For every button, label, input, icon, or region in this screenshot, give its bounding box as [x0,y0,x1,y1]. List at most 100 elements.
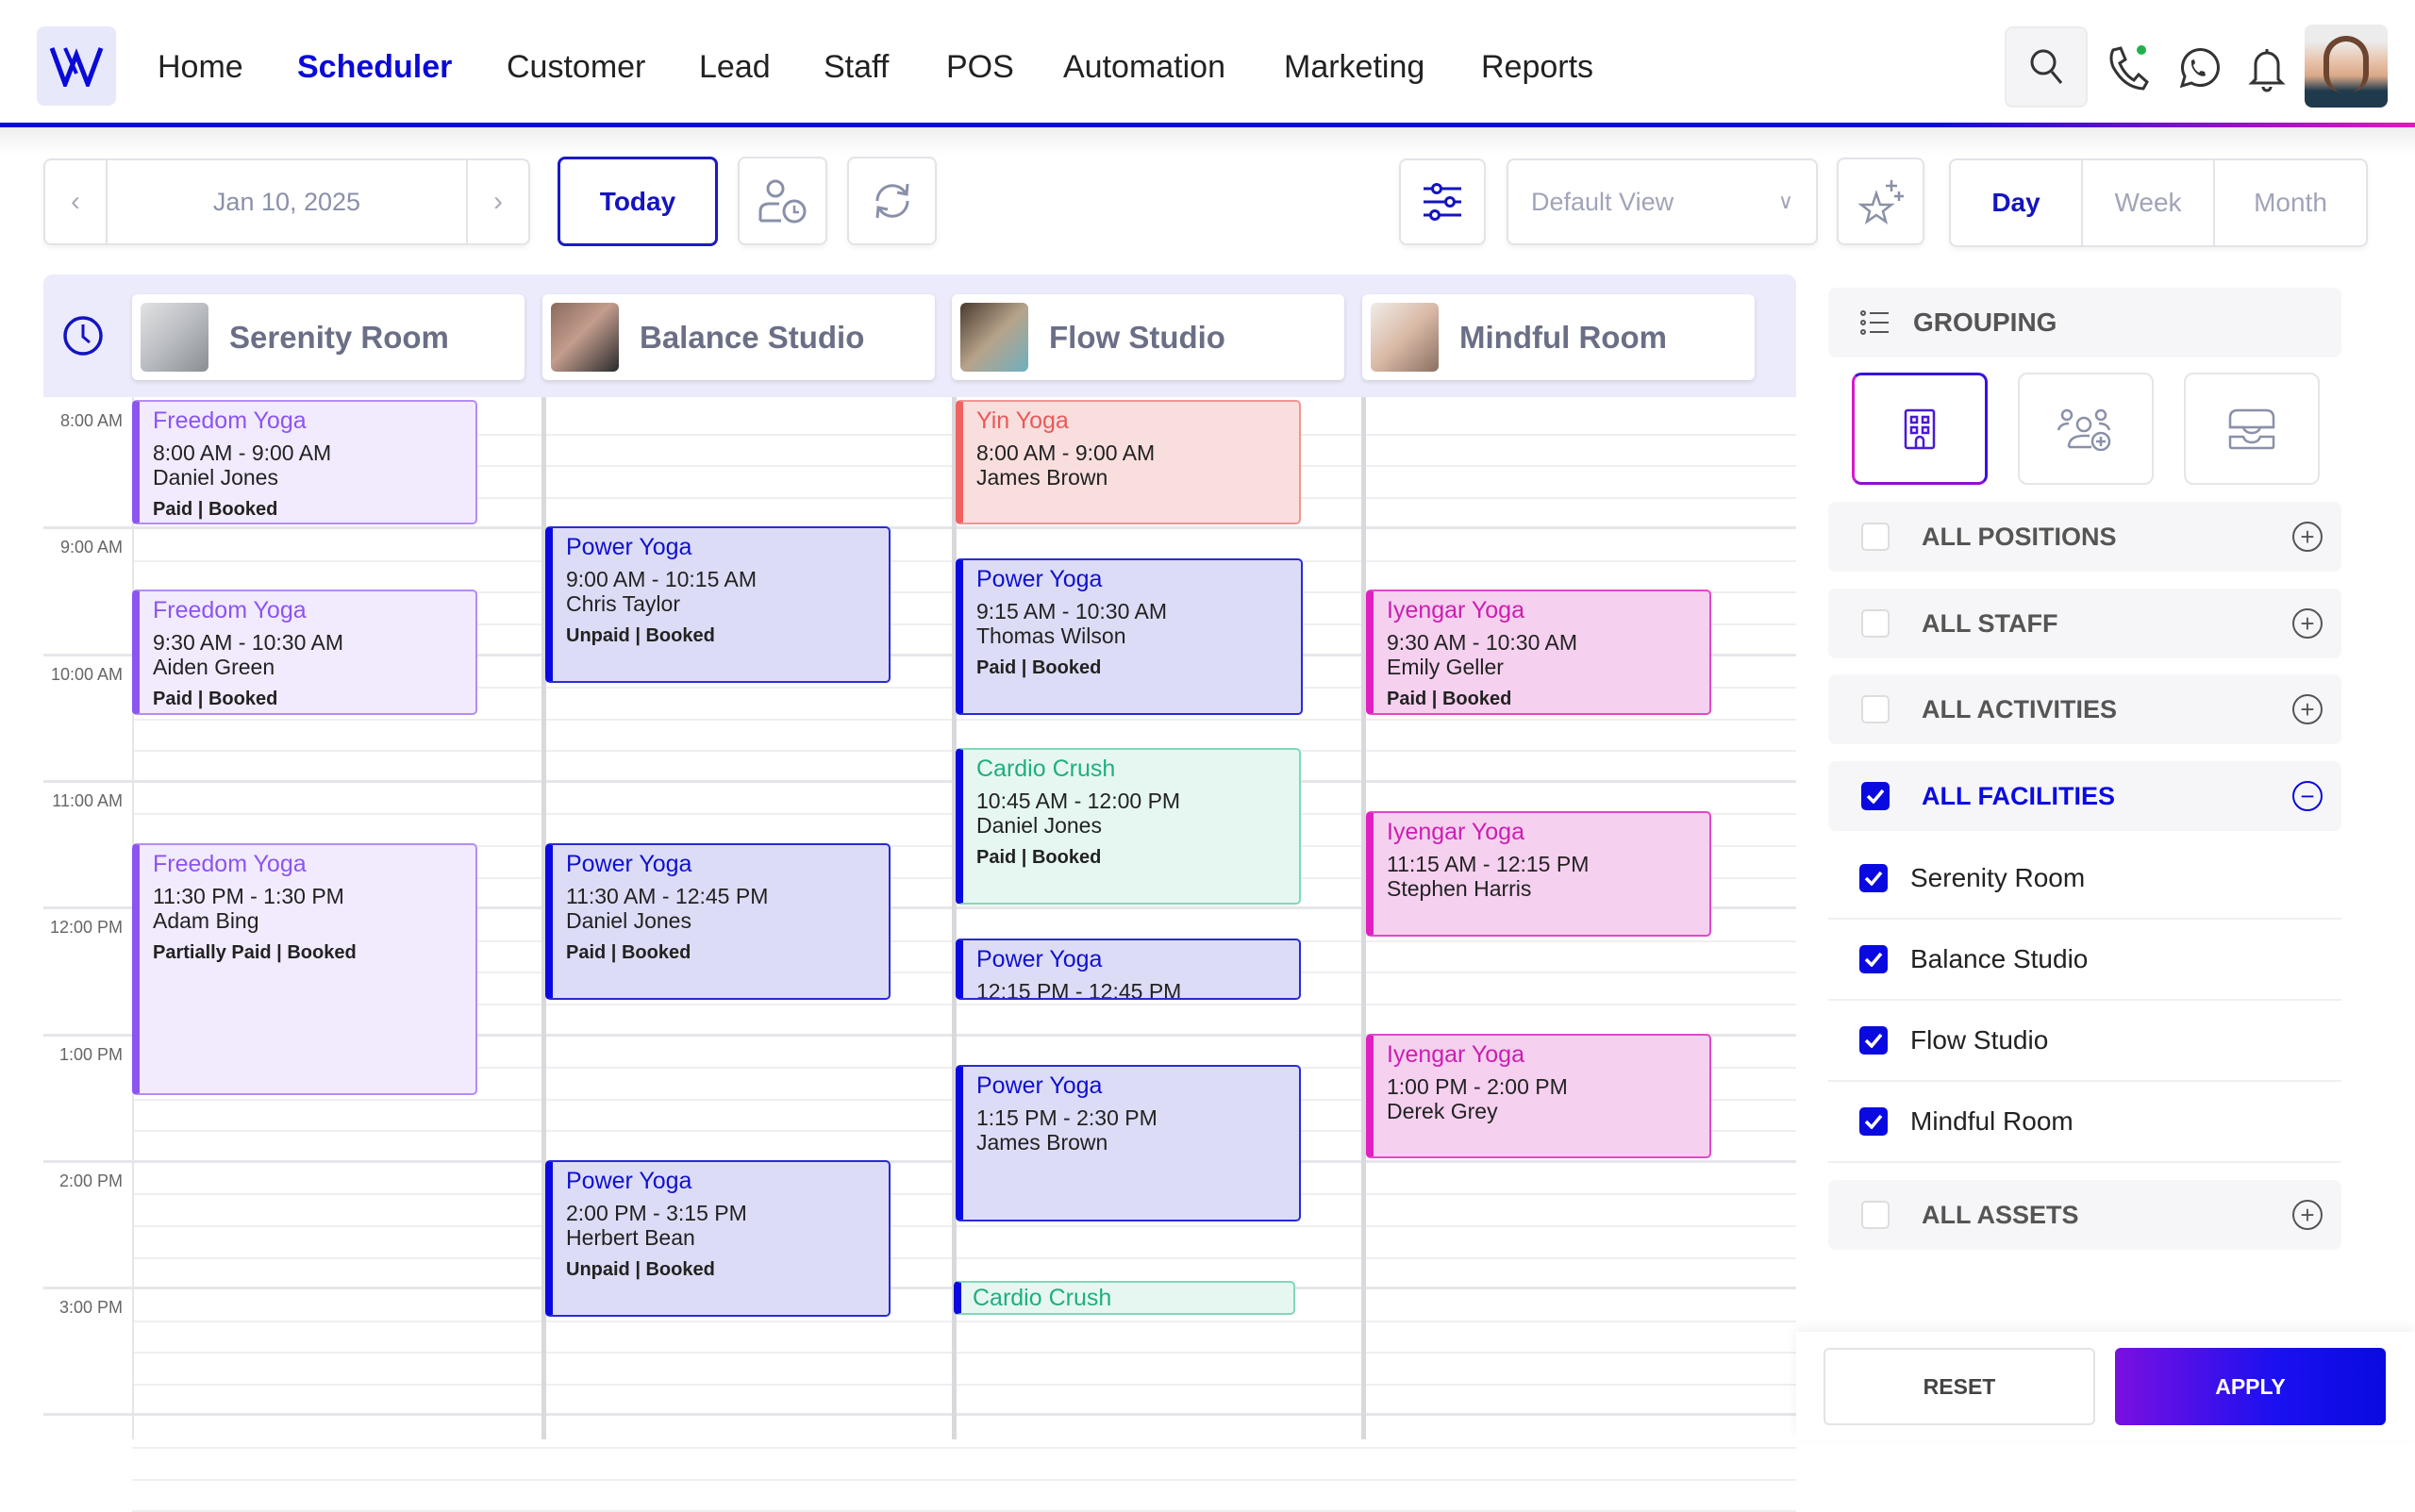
event-time: 1:00 PM - 2:00 PM [1387,1073,1568,1099]
quarter-line [132,1478,1796,1481]
search-button[interactable] [2005,26,2088,108]
hour-line [43,1413,1796,1417]
hour-line [43,526,1796,530]
expand-plus-icon[interactable]: + [2292,608,2323,639]
event-time: 10:45 AM - 12:00 PM [976,789,1181,814]
event-status: Unpaid | Booked [566,625,715,647]
event-card[interactable]: Power Yoga 2:00 PM - 3:15 PM Herbert Bean U… [545,1159,891,1317]
expand-plus-icon[interactable]: + [2292,522,2323,552]
time-label: 3:00 PM [58,1298,123,1318]
event-title: Power Yoga [566,1167,692,1194]
event-person: Herbert Bean [566,1224,695,1250]
tab-month[interactable]: Month [2215,160,2366,245]
time-label: 2:00 PM [58,1171,123,1190]
filter-label: ALL FACILITIES [1922,781,2116,810]
event-card[interactable]: Power Yoga 12:15 PM - 12:45 PM [956,938,1301,1000]
event-title: Freedom Yoga [153,407,307,434]
checkbox[interactable] [1859,1107,1888,1136]
group-by-facility[interactable] [1852,373,1988,485]
event-status: Paid | Booked [153,689,278,710]
facility-icon [1904,408,1936,449]
collapse-minus-icon[interactable]: − [2292,781,2323,811]
group-by-staff[interactable] [2018,373,2154,485]
event-card[interactable]: Power Yoga 1:15 PM - 2:30 PM James Brown [956,1065,1301,1221]
event-status: Unpaid | Booked [566,1258,715,1280]
time-label: 10:00 AM [50,664,123,684]
grouping-title: GROUPING [1913,307,2057,337]
filter-all-facilities[interactable]: ALL FACILITIES − [1828,761,2341,831]
phone-button[interactable] [2104,43,2151,92]
event-title: Power Yoga [976,565,1103,592]
event-card[interactable]: Cardio Crush 10:45 AM - 12:00 PM Daniel Jo… [956,748,1301,906]
event-time: 9:30 AM - 10:30 AM [1387,630,1578,656]
event-title: Freedom Yoga [153,851,307,878]
event-status: Partially Paid | Booked [153,942,357,964]
event-person: Chris Taylor [566,591,680,617]
event-title: Power Yoga [566,851,692,878]
event-card[interactable]: Power Yoga 11:30 AM - 12:45 PM Daniel Jone… [545,843,891,1000]
event-card[interactable]: Iyengar Yoga 11:15 AM - 12:15 PM Stephen H… [1366,811,1711,937]
time-label: 11:00 AM [52,790,123,810]
checkbox[interactable] [1861,695,1890,723]
expand-plus-icon[interactable]: + [2292,1200,2323,1230]
event-time: 9:15 AM - 10:30 AM [976,598,1168,623]
checkbox[interactable] [1859,864,1888,892]
facility-option[interactable]: Mindful Room [1828,1082,2341,1163]
event-card[interactable]: Power Yoga 9:15 AM - 10:30 AM Thomas Wilso… [956,557,1303,715]
phone-icon [2109,45,2149,91]
event-time: 12:15 PM - 12:45 PM [976,978,1182,1000]
event-status: Paid | Booked [566,942,691,964]
event-status: Paid | Booked [153,499,278,520]
whatsapp-button[interactable] [2174,43,2222,92]
event-title: Freedom Yoga [153,597,307,624]
avatar[interactable] [2305,25,2388,108]
facility-option[interactable]: Serenity Room [1828,839,2341,920]
favorite-view-button[interactable] [1837,158,1924,245]
filter-all-staff[interactable]: ALL STAFF + [1828,589,2341,658]
facility-option[interactable]: Flow Studio [1828,1001,2341,1082]
event-time: 1:15 PM - 2:30 PM [976,1105,1158,1131]
event-title: Cardio Crush [976,756,1116,783]
filter-all-positions[interactable]: ALL POSITIONS + [1828,502,2341,572]
checkbox[interactable] [1861,782,1890,810]
quarter-line [132,1352,1796,1354]
event-card[interactable]: Cardio Crush [954,1281,1295,1315]
quarter-line [132,1446,1796,1449]
checkbox[interactable] [1859,1026,1888,1055]
event-card[interactable]: Freedom Yoga 9:30 AM - 10:30 AM Aiden Gree… [132,590,477,715]
facility-option[interactable]: Balance Studio [1828,920,2341,1001]
facility-label: Serenity Room [1910,863,2086,892]
event-card[interactable]: Power Yoga 9:00 AM - 10:15 AM Chris Taylor… [545,526,891,684]
checkbox[interactable] [1861,609,1890,638]
star-plus-icon [1857,179,1904,224]
time-label: 9:00 AM [59,538,123,557]
hour-line [43,1159,1796,1163]
event-person: Daniel Jones [566,908,691,934]
reset-button[interactable]: RESET [1824,1348,2095,1425]
apply-button[interactable]: APPLY [2115,1348,2386,1425]
event-card[interactable]: Iyengar Yoga 1:00 PM - 2:00 PM Derek Grey [1366,1033,1711,1158]
event-card[interactable]: Freedom Yoga 8:00 AM - 9:00 AM Daniel Jone… [132,400,477,525]
tab-week[interactable]: Week [2083,160,2215,245]
grouping-header: GROUPING [1828,288,2341,357]
expand-plus-icon[interactable]: + [2292,694,2323,724]
checkbox[interactable] [1861,523,1890,551]
filter-all-assets[interactable]: ALL ASSETS + [1828,1180,2341,1250]
event-card[interactable]: Iyengar Yoga 9:30 AM - 10:30 AM Emily Gell… [1366,590,1711,715]
quarter-line [132,1256,1796,1259]
checkbox[interactable] [1859,945,1888,973]
filter-label: ALL ASSETS [1922,1200,2079,1229]
event-card[interactable]: Yin Yoga 8:00 AM - 9:00 AM James Brown [956,400,1301,525]
event-title: Power Yoga [566,534,692,561]
event-person: Thomas Wilson [976,623,1126,648]
tab-day[interactable]: Day [1951,160,2083,245]
checkbox[interactable] [1861,1201,1890,1229]
event-person: Derek Grey [1387,1098,1498,1123]
event-card[interactable]: Freedom Yoga 11:30 PM - 1:30 PM Adam Bing P… [132,843,477,1095]
event-person: James Brown [976,1130,1108,1155]
view-mode-tabs: Day Week Month [1949,158,2368,247]
notifications-button[interactable] [2243,43,2290,94]
filter-all-activities[interactable]: ALL ACTIVITIES + [1828,674,2341,744]
calendar-grid: 8:00 AM 9:00 AM 10:00 AM 11:00 AM 12:00 PM 1:… [0,0,1796,1512]
group-by-assets[interactable] [2184,373,2320,485]
